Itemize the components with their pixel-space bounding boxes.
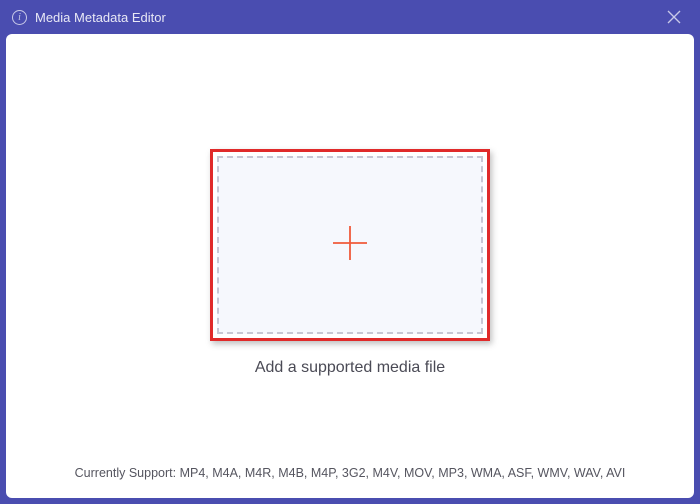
plus-icon xyxy=(329,222,371,269)
add-file-dropzone[interactable] xyxy=(217,156,483,334)
dropzone-highlight xyxy=(210,149,490,341)
titlebar: i Media Metadata Editor xyxy=(0,0,700,34)
titlebar-left: i Media Metadata Editor xyxy=(12,10,166,25)
supported-formats-line: Currently Support: MP4, M4A, M4R, M4B, M… xyxy=(6,452,694,498)
content-frame: Add a supported media file Currently Sup… xyxy=(6,34,694,498)
app-window: i Media Metadata Editor xyxy=(0,0,700,504)
support-formats: MP4, M4A, M4R, M4B, M4P, 3G2, M4V, MOV, … xyxy=(180,466,626,480)
close-icon xyxy=(666,9,682,25)
main-area: Add a supported media file xyxy=(6,34,694,452)
window-title: Media Metadata Editor xyxy=(35,10,166,25)
support-prefix: Currently Support: xyxy=(75,466,180,480)
close-button[interactable] xyxy=(660,3,688,31)
dropzone-label: Add a supported media file xyxy=(255,359,445,377)
info-icon: i xyxy=(12,10,27,25)
